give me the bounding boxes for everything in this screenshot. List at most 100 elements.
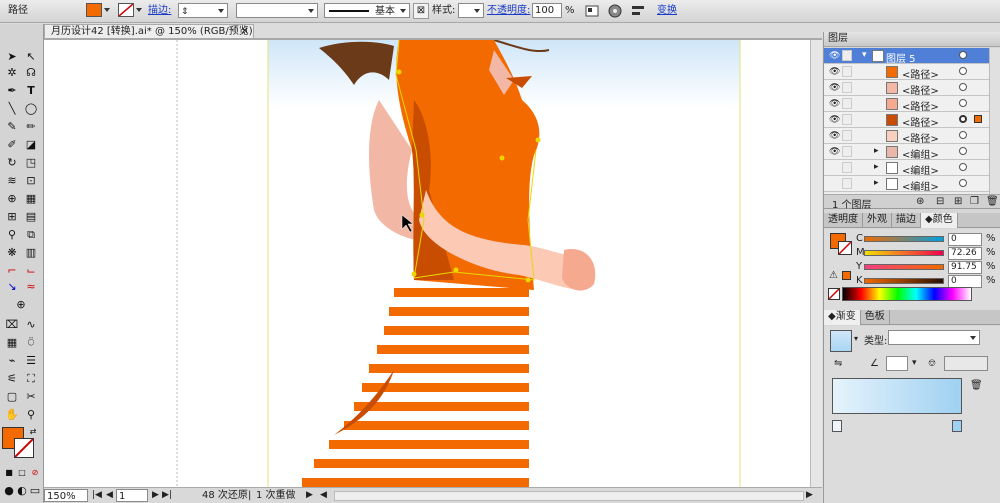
none-mode-icon[interactable]: ⊘	[26, 466, 44, 480]
tab-transparency[interactable]: 透明度	[824, 213, 863, 228]
visibility-eye-icon[interactable]: 👁	[829, 99, 840, 109]
expand-arrow-icon[interactable]: ▸	[874, 146, 879, 156]
expand-arrow-icon[interactable]: ▸	[874, 178, 879, 188]
layer-row[interactable]: 👁 ▾ 图层 5	[824, 48, 989, 65]
layer-row[interactable]: 👁 <路径>	[824, 128, 989, 145]
lock-toggle[interactable]	[842, 162, 852, 173]
artboard-tool-icon[interactable]: ⌐	[3, 264, 21, 278]
target-circle-icon[interactable]	[959, 51, 967, 59]
rotate-tool-icon[interactable]: ↻	[3, 156, 21, 170]
lock-toggle[interactable]	[842, 114, 852, 125]
gamut-swatch[interactable]	[842, 271, 851, 280]
width-tool-icon[interactable]: ↘	[3, 280, 21, 294]
lock-toggle[interactable]	[842, 66, 852, 77]
envelope-icon[interactable]: ⌧	[3, 318, 21, 332]
target-circle-icon[interactable]	[959, 67, 967, 75]
align-icon[interactable]	[630, 3, 646, 19]
layers-panel-title[interactable]: 图层	[824, 32, 1000, 47]
paintbrush-icon[interactable]: ✎	[3, 120, 21, 134]
zoom-tool-icon[interactable]: ⚲	[22, 408, 40, 422]
crosshair-target-icon[interactable]: ⊕	[12, 298, 30, 312]
line-tool-icon[interactable]: ╲	[3, 102, 21, 116]
target-circle-icon[interactable]	[959, 83, 967, 91]
hscroll-left-icon[interactable]: ◀	[320, 489, 327, 502]
out-of-gamut-warning-icon[interactable]: ⚠	[829, 270, 838, 281]
gradient-tool-icon[interactable]: ▤	[22, 210, 40, 224]
tab-color[interactable]: ◆颜色	[921, 213, 958, 228]
tab-stroke[interactable]: 描边	[892, 213, 921, 228]
angle-field[interactable]	[886, 356, 908, 371]
aspect-ratio-field[interactable]	[944, 356, 988, 371]
fill-dropdown-icon[interactable]	[104, 3, 110, 19]
eyedropper-icon[interactable]: ⚲	[3, 228, 21, 242]
brush-profile-field[interactable]: 基本	[324, 3, 410, 18]
column-graph-icon[interactable]: ▥	[22, 246, 40, 260]
document-tab[interactable]: 月历设计42 [转换].ai* @ 150% (RGB/预览) ✕	[44, 24, 254, 39]
layer-row[interactable]: 👁 ▸ <编组>	[824, 144, 989, 161]
lock-toggle[interactable]	[842, 50, 852, 61]
target-circle-icon[interactable]	[959, 163, 967, 171]
none-color-swatch[interactable]	[828, 288, 840, 300]
puppet-icon[interactable]: ⍥	[22, 336, 40, 350]
zoom-field[interactable]: 150%	[44, 489, 88, 502]
swap-fill-stroke-icon[interactable]: ⇄	[24, 425, 42, 439]
wave-icon[interactable]: ∿	[22, 318, 40, 332]
magenta-value[interactable]: 72.26	[948, 247, 982, 260]
cyan-slider[interactable]	[864, 236, 944, 242]
lock-toggle[interactable]	[842, 82, 852, 93]
flare-icon[interactable]: ⌁	[3, 354, 21, 368]
expand-arrow-icon[interactable]: ▸	[874, 162, 879, 172]
first-page-icon[interactable]: |◀	[92, 489, 102, 502]
scale-tool-icon[interactable]: ◳	[22, 156, 40, 170]
new-layer-icon[interactable]: ❐	[970, 196, 979, 207]
recolor-icon[interactable]	[584, 3, 600, 19]
slice-tool-icon[interactable]: ⌙	[22, 264, 40, 278]
angle-dropdown-icon[interactable]: ▾	[912, 358, 917, 368]
target-circle-icon[interactable]	[959, 179, 967, 187]
locate-object-icon[interactable]: ⊛	[916, 196, 924, 207]
magic-wand-icon[interactable]: ✲	[3, 66, 21, 80]
paint-bucket-icon[interactable]: ⛶	[22, 372, 40, 386]
layer-row[interactable]: ▸ <编组>	[824, 160, 989, 177]
next-page-icon[interactable]: ▶	[152, 489, 159, 502]
symbol-sprayer-icon[interactable]: ❋	[3, 246, 21, 260]
list-icon[interactable]: ☰	[22, 354, 40, 368]
black-slider[interactable]	[864, 278, 944, 284]
yellow-value[interactable]: 91.75	[948, 261, 982, 274]
scissors-icon[interactable]: ✂	[22, 390, 40, 404]
magenta-slider[interactable]	[864, 250, 944, 256]
blob-brush-icon[interactable]: ✐	[3, 138, 21, 152]
gradient-preview-swatch[interactable]	[830, 330, 852, 352]
selection-tool-icon[interactable]: ➤	[3, 50, 21, 64]
vertical-scrollbar[interactable]	[810, 40, 822, 487]
tab-swatches[interactable]: 色板	[861, 310, 890, 325]
layer-row[interactable]: 👁 <路径>	[824, 80, 989, 97]
stroke-label[interactable]: 描边:	[148, 3, 171, 19]
visibility-eye-icon[interactable]: 👁	[829, 51, 840, 61]
prev-page-icon[interactable]: ◀	[106, 489, 113, 502]
layer-row[interactable]: 👁 <路径>	[824, 64, 989, 81]
screen-mode-icon[interactable]: ▭	[26, 484, 44, 498]
close-tab-icon[interactable]: ✕	[241, 25, 249, 39]
pen-tool-icon[interactable]: ✒	[3, 84, 21, 98]
visibility-eye-icon[interactable]: 👁	[829, 67, 840, 77]
direct-selection-tool-icon[interactable]: ↖	[22, 50, 40, 64]
layer-row[interactable]: 👁 <路径>	[824, 96, 989, 113]
opacity-label[interactable]: 不透明度:	[487, 3, 530, 19]
hscroll-right-icon[interactable]: ▶	[806, 489, 813, 502]
lasso-icon[interactable]: ☊	[22, 66, 40, 80]
gradient-type-select[interactable]	[888, 330, 980, 345]
hand-tool-icon[interactable]: ✋	[3, 408, 21, 422]
color-spectrum-bar[interactable]	[842, 287, 972, 301]
expand-arrow-icon[interactable]: ▾	[862, 50, 867, 60]
perspective-grid-icon[interactable]: ▦	[22, 192, 40, 206]
new-sublayer-icon[interactable]: ⊞	[954, 196, 962, 207]
brush-options-icon[interactable]: ⊠	[413, 3, 429, 19]
gradient-stop-left[interactable]	[832, 420, 842, 432]
reshape-tool-icon[interactable]: ≈	[22, 280, 40, 294]
delete-stop-icon[interactable]: 🗑	[970, 380, 983, 391]
visibility-eye-icon[interactable]: 👁	[829, 115, 840, 125]
transform-link[interactable]: 变换	[657, 3, 677, 19]
target-circle-icon[interactable]	[959, 99, 967, 107]
stroke-dropdown-icon[interactable]	[136, 3, 142, 19]
